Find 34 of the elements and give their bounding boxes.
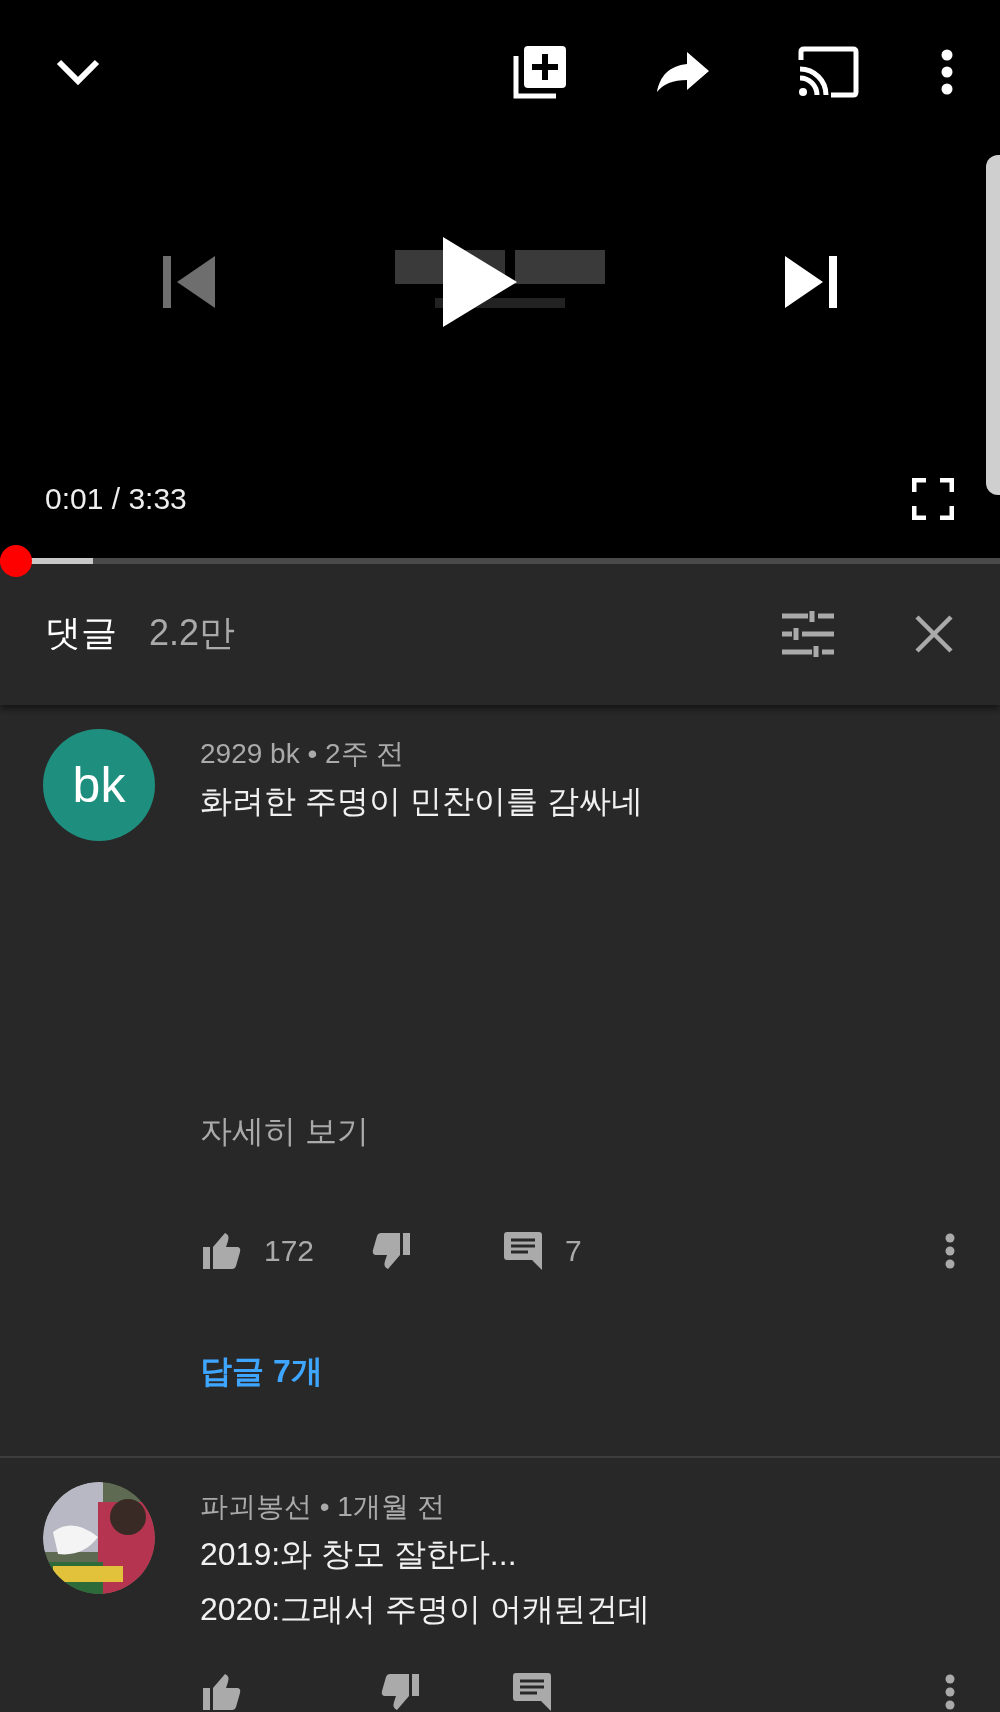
thumbs-up-icon[interactable] [203,1233,241,1269]
scroll-handle[interactable] [986,155,1000,495]
previous-icon[interactable] [163,256,215,308]
share-icon[interactable] [657,52,709,92]
more-icon[interactable] [941,49,953,95]
progress-thumb[interactable] [0,545,32,577]
comment-text: 화려한 주명이 민찬이를 감싸네 [200,782,644,821]
read-more-link[interactable]: 자세히 보기 [200,1111,1000,1151]
add-to-queue-icon[interactable] [512,44,568,100]
comment-count: 2.2만 [149,611,236,655]
video-time: 0:01 / 3:33 [45,482,187,516]
thumbs-down-icon[interactable] [381,1674,421,1710]
chevron-down-icon[interactable] [56,59,100,85]
avatar[interactable]: bk [43,729,155,841]
cast-icon[interactable] [797,46,859,98]
reply-icon[interactable] [504,1232,543,1270]
thumbs-down-icon[interactable] [372,1233,413,1269]
more-icon[interactable] [945,1233,955,1269]
comment-meta: 2929 bk • 2주 전 [200,737,406,771]
play-icon[interactable] [443,237,517,327]
filter-icon[interactable] [782,610,834,657]
reply-icon[interactable] [513,1673,551,1711]
replies-link[interactable]: 답글 7개 [200,1351,323,1391]
comment-text: 2019:와 창모 잘한다... [200,1535,518,1574]
comment-text: 2020:그래서 주명이 어캐된건데 [200,1590,651,1629]
more-icon[interactable] [945,1674,955,1710]
fullscreen-icon[interactable] [912,478,954,520]
thumbs-up-icon[interactable] [203,1674,241,1710]
close-icon[interactable] [915,614,953,653]
next-icon[interactable] [785,256,837,308]
reply-count: 7 [565,1234,582,1268]
like-count: 172 [264,1234,315,1268]
comment-meta: 파괴봉선 • 1개월 전 [200,1490,446,1524]
comments-title: 댓글 [45,611,117,655]
